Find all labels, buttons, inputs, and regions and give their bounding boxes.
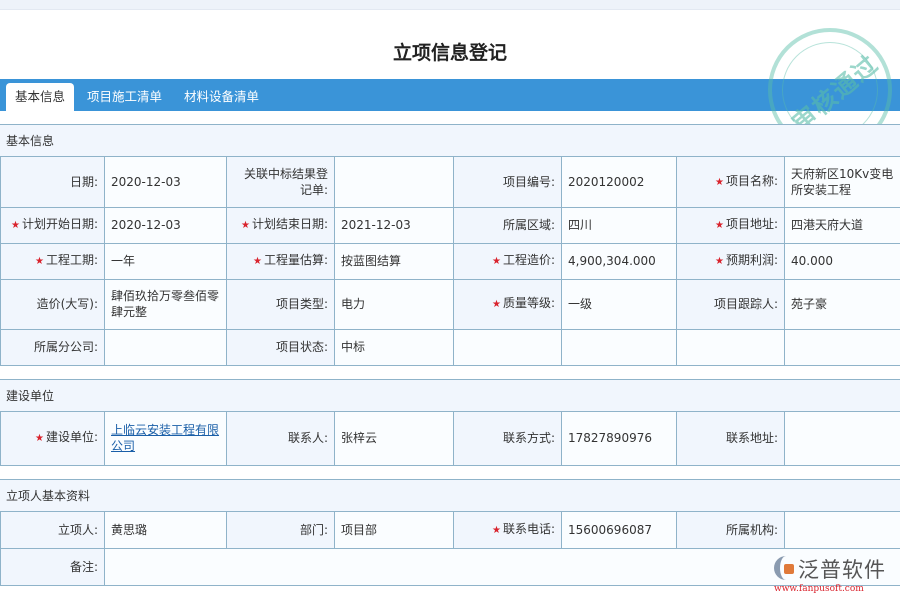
builder-unit-value: 上临云安装工程有限公司 [105, 412, 227, 465]
logo-icon [774, 556, 796, 580]
project-name-value[interactable]: 天府新区10Kv变电所安装工程 [785, 157, 900, 207]
required-icon: ★ [715, 177, 724, 188]
builder-unit-label: ★建设单位: [1, 412, 105, 465]
applicant-value[interactable]: 黄思璐 [105, 512, 227, 548]
basic-info-section: 基本信息 日期: 2020-12-03 关联中标结果登记单: 项目编号: 202… [0, 124, 900, 366]
cost-value[interactable]: 4,900,304.000 [562, 243, 677, 279]
required-icon: ★ [492, 256, 501, 267]
contact-phone-value[interactable]: 17827890976 [562, 412, 677, 465]
required-icon: ★ [492, 525, 501, 536]
profit-value[interactable]: 40.000 [785, 243, 900, 279]
estimate-value[interactable]: 按蓝图结算 [335, 243, 454, 279]
cost-label: ★工程造价: [454, 243, 562, 279]
quality-label: ★质量等级: [454, 279, 562, 329]
section-heading: 立项人基本资料 [0, 479, 900, 512]
builder-section: 建设单位 ★建设单位: 上临云安装工程有限公司 联系人: 张梓云 联系方式: 1… [0, 379, 900, 466]
estimate-label: ★工程量估算: [227, 243, 335, 279]
branch-label: 所属分公司: [1, 329, 105, 365]
section-heading: 建设单位 [0, 379, 900, 412]
organization-value[interactable] [785, 512, 900, 548]
applicant-table: 立项人: 黄思璐 部门: 项目部 ★联系电话: 15600696087 所属机构… [0, 512, 900, 586]
tab-basic-info[interactable]: 基本信息 [6, 83, 74, 111]
date-value[interactable]: 2020-12-03 [105, 157, 227, 207]
tab-bar: 基本信息 项目施工清单 材料设备清单 [0, 79, 900, 111]
contact-label: 联系人: [227, 412, 335, 465]
required-icon: ★ [715, 256, 724, 267]
applicant-label: 立项人: [1, 512, 105, 548]
date-label: 日期: [1, 157, 105, 207]
address-value[interactable]: 四港天府大道 [785, 207, 900, 243]
linked-bid-label: 关联中标结果登记单: [227, 157, 335, 207]
project-code-label: 项目编号: [454, 157, 562, 207]
linked-bid-value[interactable] [335, 157, 454, 207]
note-label: 备注: [1, 548, 105, 585]
tracker-value[interactable]: 苑子豪 [785, 279, 900, 329]
empty-cell [562, 329, 677, 365]
cost-uppercase-label: 造价(大写): [1, 279, 105, 329]
end-date-label: ★计划结束日期: [227, 207, 335, 243]
address-label: ★项目地址: [677, 207, 785, 243]
organization-label: 所属机构: [677, 512, 785, 548]
empty-cell [677, 329, 785, 365]
page-title: 立项信息登记 [0, 38, 900, 65]
applicant-section: 立项人基本资料 立项人: 黄思璐 部门: 项目部 ★联系电话: 15600696… [0, 479, 900, 586]
cost-uppercase-value: 肆佰玖拾万零叁佰零肆元整 [105, 279, 227, 329]
region-value[interactable]: 四川 [562, 207, 677, 243]
builder-unit-link[interactable]: 上临云安装工程有限公司 [111, 423, 219, 453]
period-label: ★工程工期: [1, 243, 105, 279]
project-code-value[interactable]: 2020120002 [562, 157, 677, 207]
empty-cell [454, 329, 562, 365]
empty-cell [785, 329, 900, 365]
required-icon: ★ [492, 299, 501, 310]
top-bar [0, 0, 900, 10]
contact-address-label: 联系地址: [677, 412, 785, 465]
section-heading: 基本信息 [0, 124, 900, 157]
contact-phone-label: 联系方式: [454, 412, 562, 465]
period-value[interactable]: 一年 [105, 243, 227, 279]
project-type-label: 项目类型: [227, 279, 335, 329]
status-value[interactable]: 中标 [335, 329, 454, 365]
profit-label: ★预期利润: [677, 243, 785, 279]
applicant-phone-label: ★联系电话: [454, 512, 562, 548]
fanpu-logo: 泛普软件 www.fanpusoft.com [770, 554, 900, 600]
required-icon: ★ [11, 220, 20, 231]
applicant-phone-value[interactable]: 15600696087 [562, 512, 677, 548]
start-date-value[interactable]: 2020-12-03 [105, 207, 227, 243]
builder-table: ★建设单位: 上临云安装工程有限公司 联系人: 张梓云 联系方式: 178278… [0, 412, 900, 466]
required-icon: ★ [35, 256, 44, 267]
region-label: 所属区域: [454, 207, 562, 243]
contact-value[interactable]: 张梓云 [335, 412, 454, 465]
tracker-label: 项目跟踪人: [677, 279, 785, 329]
required-icon: ★ [715, 220, 724, 231]
branch-value[interactable] [105, 329, 227, 365]
required-icon: ★ [253, 256, 262, 267]
status-label: 项目状态: [227, 329, 335, 365]
quality-value[interactable]: 一级 [562, 279, 677, 329]
contact-address-value[interactable] [785, 412, 900, 465]
tab-construction-list[interactable]: 项目施工清单 [78, 83, 171, 111]
project-name-label: ★项目名称: [677, 157, 785, 207]
tab-materials-list[interactable]: 材料设备清单 [175, 83, 268, 111]
basic-info-table: 日期: 2020-12-03 关联中标结果登记单: 项目编号: 20201200… [0, 157, 900, 366]
end-date-value[interactable]: 2021-12-03 [335, 207, 454, 243]
project-type-value[interactable]: 电力 [335, 279, 454, 329]
department-value[interactable]: 项目部 [335, 512, 454, 548]
start-date-label: ★计划开始日期: [1, 207, 105, 243]
department-label: 部门: [227, 512, 335, 548]
required-icon: ★ [35, 433, 44, 444]
required-icon: ★ [241, 220, 250, 231]
